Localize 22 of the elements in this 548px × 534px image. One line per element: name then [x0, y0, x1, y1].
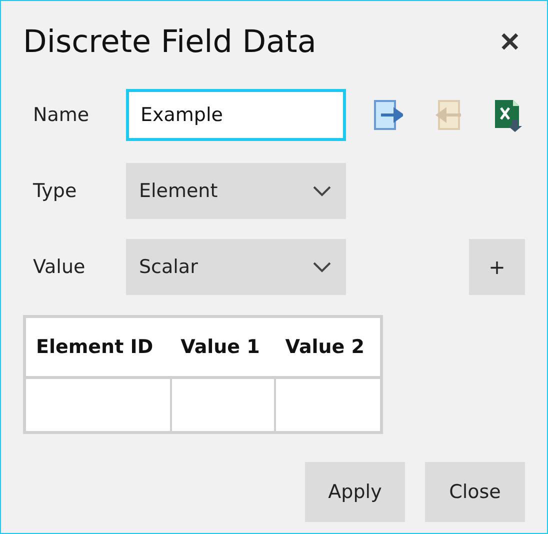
window-title: Discrete Field Data: [23, 24, 316, 60]
name-field[interactable]: Example: [126, 89, 346, 141]
value-dropdown[interactable]: Scalar: [126, 239, 346, 295]
type-dropdown[interactable]: Element: [126, 163, 346, 219]
column-header: Value 1: [170, 316, 276, 378]
dropdown-value: Element: [139, 180, 218, 202]
toolbar-button[interactable]: [372, 97, 406, 133]
import-icon: [433, 99, 464, 131]
value-label: Value: [32, 256, 86, 278]
export-icon: [373, 99, 404, 131]
name-label: Name: [32, 104, 90, 126]
add-button[interactable]: +: [469, 239, 525, 295]
dialog-button[interactable]: Close: [425, 462, 525, 522]
chevron-icon: [312, 185, 332, 197]
spreadsheet-download-icon: [493, 98, 524, 132]
type-label: Type: [32, 180, 78, 202]
column-header: Element ID: [24, 316, 171, 378]
column-header: Value 2: [275, 316, 382, 378]
dropdown-value: Scalar: [139, 256, 198, 278]
dialog-button[interactable]: Apply: [305, 462, 405, 522]
close-button[interactable]: ✕: [495, 26, 525, 58]
chevron-icon: [312, 261, 332, 273]
